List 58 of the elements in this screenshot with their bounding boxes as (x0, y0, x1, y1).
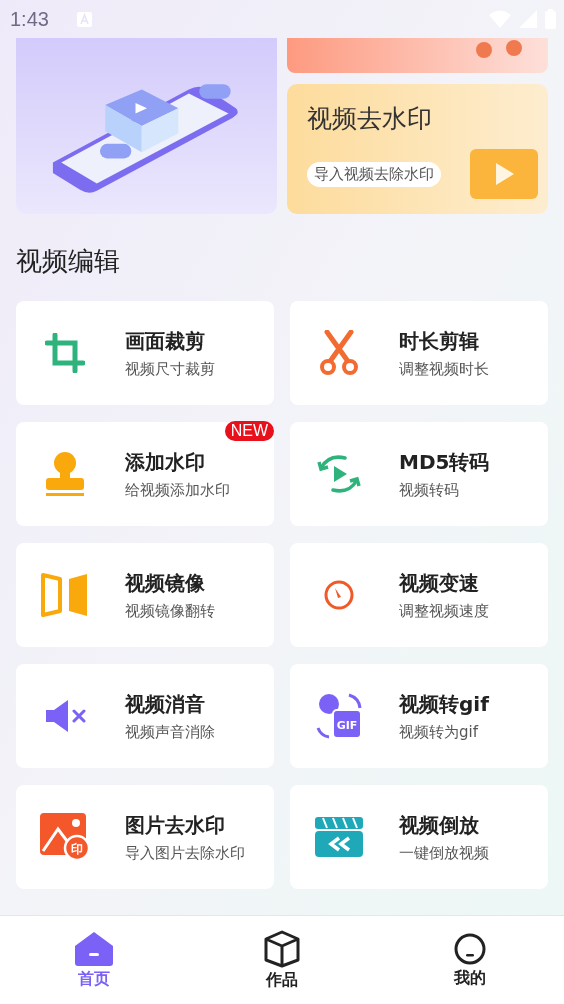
tool-title: 视频镜像 (125, 569, 206, 597)
tool-subtitle: 视频尺寸裁剪 (125, 359, 215, 379)
crop-icon (44, 333, 85, 373)
icon-label: 印 (70, 842, 83, 856)
new-badge: NEW (224, 421, 274, 441)
tool-title: 视频变速 (399, 569, 480, 597)
tool-card[interactable]: 印 图片去水印 导入图片去除水印 (16, 785, 274, 889)
watermark-banner[interactable]: 视频去水印 导入视频去除水印 (287, 84, 548, 214)
nav-tab[interactable]: 我的 (376, 916, 564, 1004)
tool-title: MD5转码 (399, 448, 490, 476)
banner-subtitle: 导入视频去除水印 (307, 161, 441, 187)
tool-subtitle: 视频镜像翻转 (125, 601, 215, 621)
tool-card[interactable]: 视频消音 视频声音消除 (16, 664, 274, 768)
tool-title: 画面裁剪 (125, 327, 206, 355)
tool-title: 视频转gif (399, 690, 489, 718)
gif-icon (316, 693, 362, 739)
tool-card[interactable]: 视频镜像 视频镜像翻转 (16, 543, 274, 647)
banner-card[interactable] (287, 38, 548, 73)
tool-card[interactable]: 添加水印 给视频添加水印 NEW (16, 422, 274, 526)
rewind-icon (314, 817, 363, 857)
notification-icon (76, 11, 92, 27)
tool-subtitle: 调整视频速度 (399, 601, 489, 621)
tool-subtitle: 视频转为gif (399, 722, 480, 742)
tool-title: 添加水印 (125, 448, 206, 476)
tool-card[interactable]: GIF 视频转gif 视频转为gif (290, 664, 548, 768)
refresh-play-icon (316, 452, 361, 496)
tool-card[interactable]: 画面裁剪 视频尺寸裁剪 (16, 301, 274, 405)
section-title: 视频编辑 (15, 245, 121, 278)
tool-card[interactable]: 时长剪辑 调整视频时长 (290, 301, 548, 405)
mute-icon (43, 698, 86, 734)
nav-tab[interactable]: 作品 (188, 916, 376, 1004)
tool-title: 视频消音 (125, 690, 206, 718)
tool-card[interactable]: 视频倒放 一键倒放视频 (290, 785, 548, 889)
tool-subtitle: 视频声音消除 (125, 722, 215, 742)
stamp-icon (44, 451, 85, 497)
play-icon (470, 149, 538, 199)
tool-subtitle: 给视频添加水印 (125, 480, 230, 500)
tool-subtitle: 一键倒放视频 (399, 843, 489, 863)
tool-card[interactable]: MD5转码 视频转码 (290, 422, 548, 526)
box-icon (264, 929, 300, 968)
tool-subtitle: 导入图片去除水印 (125, 843, 245, 863)
mirror-icon (39, 572, 90, 618)
banner-card[interactable] (16, 38, 277, 214)
person-icon (453, 931, 487, 966)
home-icon (74, 930, 114, 967)
icon-label: GIF (336, 719, 357, 732)
status-time: 1:43 (10, 7, 49, 31)
image-icon (39, 813, 90, 861)
banner-title: 视频去水印 (307, 103, 433, 135)
tool-subtitle: 调整视频时长 (399, 359, 489, 379)
nav-tab[interactable]: 首页 (0, 916, 188, 1004)
tool-title: 时长剪辑 (399, 327, 480, 355)
tool-subtitle: 视频转码 (399, 480, 460, 500)
tool-title: 视频倒放 (399, 811, 480, 839)
tool-card[interactable]: 视频变速 调整视频速度 (290, 543, 548, 647)
tool-title: 图片去水印 (125, 811, 226, 839)
gauge-icon (322, 579, 355, 611)
scissors-icon (318, 330, 359, 376)
